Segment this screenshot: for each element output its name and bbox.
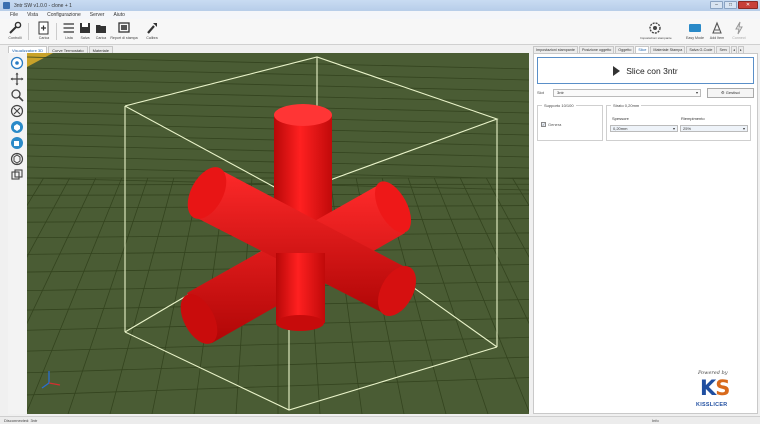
infill-header: Riempimento — [681, 116, 705, 121]
viewport-tabs: Visualizzatore 3D Curve Termostato Mater… — [8, 46, 114, 53]
maximize-button[interactable]: □ — [724, 1, 737, 9]
controls-button[interactable]: Controlli — [4, 21, 26, 43]
slot-select[interactable]: 3ntr ▾ — [553, 89, 701, 97]
print-report-button[interactable]: Report di stampa — [110, 21, 138, 43]
report-icon — [118, 22, 130, 33]
window-title: 3ntr SW v1.0.0 - clone + 1 — [14, 2, 72, 9]
support-group-title: Supporto 10/100 — [542, 103, 576, 108]
slice-button[interactable]: Slice con 3ntr — [537, 57, 754, 84]
chevron-down-icon: ▾ — [742, 126, 745, 131]
add-file-icon — [38, 21, 49, 35]
load-icon — [96, 25, 106, 33]
manage-button[interactable]: ⚙ Gestisci — [707, 88, 754, 98]
thickness-value: 0,20mm — [613, 126, 628, 131]
connect-button[interactable]: Connect — [728, 21, 750, 43]
info-status: Info — [652, 418, 659, 423]
scene — [27, 53, 529, 414]
close-button[interactable]: ✕ — [738, 1, 758, 9]
tab-thermostat-curves[interactable]: Curve Termostato — [48, 46, 88, 53]
calibrate-icon — [147, 23, 157, 34]
app-icon — [3, 2, 10, 9]
kisslicer-brand: KISSLICER — [696, 402, 728, 408]
slice-button-label: Slice con 3ntr — [626, 65, 678, 76]
add-item-button[interactable]: Add Item — [706, 21, 728, 43]
menu-file[interactable]: File — [10, 12, 18, 18]
easy-mode-button[interactable]: Easy Mode — [684, 21, 706, 43]
menu-aiuto[interactable]: Aiuto — [113, 12, 124, 18]
chevron-down-icon: ▾ — [695, 90, 698, 95]
slice-panel: Slice con 3ntr Slot 3ntr ▾ ⚙ Gestisci Su… — [533, 53, 758, 414]
top-view-icon[interactable] — [10, 120, 24, 134]
tab-save-gcode[interactable]: Salva G-Code — [686, 46, 716, 53]
iso-view-icon[interactable] — [10, 168, 24, 182]
tabs-next-button[interactable]: ▸ — [737, 46, 744, 53]
layer-group-title: Strato 0,20mm — [611, 103, 642, 108]
wrench-icon — [9, 21, 22, 34]
slot-label: Slot — [537, 90, 544, 95]
connection-status: Disconnected: 3ntr — [4, 418, 38, 423]
3d-viewport[interactable] — [27, 53, 529, 414]
slot-row: Slot 3ntr ▾ ⚙ Gestisci — [537, 88, 754, 98]
title-bar: 3ntr SW v1.0.0 - clone + 1 – □ ✕ — [0, 0, 760, 11]
thickness-select[interactable]: 0,20mm ▾ — [610, 125, 678, 132]
tab-object[interactable]: Oggetto — [615, 46, 635, 53]
infill-value: 25% — [683, 126, 692, 131]
menu-configurazione[interactable]: Configurazione — [47, 12, 81, 18]
fit-view-icon[interactable] — [10, 104, 24, 118]
tab-printer-settings[interactable]: Impostazioni stampante — [533, 46, 578, 53]
tab-slice[interactable]: Slice — [635, 46, 650, 53]
slot-value: 3ntr — [557, 90, 564, 95]
toolbar: Controlli Carica Lista Salva Carica Repo… — [0, 19, 760, 45]
printer-settings-button[interactable]: Impostazioni stampante — [640, 21, 672, 43]
view-tools — [8, 53, 27, 414]
front-view-icon[interactable] — [10, 136, 24, 150]
tab-object-position[interactable]: Posizione oggetto — [578, 46, 615, 53]
window-controls: – □ ✕ — [710, 1, 758, 9]
load-model-button[interactable]: Carica — [33, 21, 55, 43]
tab-serv[interactable]: Serv — [716, 46, 731, 53]
layer-group: Strato 0,20mm Spessore Riempimento 0,20m… — [606, 103, 751, 141]
pan-icon[interactable] — [10, 72, 24, 86]
kisslicer-logo: Powered by KS KISSLICER — [686, 370, 756, 412]
menu-bar: File Vista Configurazione Server Aiuto — [0, 11, 760, 19]
load-button[interactable]: Carica — [90, 21, 112, 43]
zoom-icon[interactable] — [10, 88, 24, 102]
generate-support-checkbox[interactable]: ✓ Genera — [541, 122, 561, 127]
infill-select[interactable]: 25% ▾ — [680, 125, 748, 132]
calibrate-button[interactable]: Calibra — [141, 21, 163, 43]
settings-tabs: Impostazioni stampante Posizione oggetto… — [533, 46, 758, 53]
menu-vista[interactable]: Vista — [27, 12, 38, 18]
minimize-button[interactable]: – — [710, 1, 723, 9]
tab-material[interactable]: Materiale — [88, 46, 114, 53]
generate-support-label: Genera — [548, 122, 562, 127]
checkbox-box: ✓ — [541, 122, 546, 127]
chevron-down-icon: ▾ — [672, 126, 675, 131]
tab-3d-viewer[interactable]: Visualizzatore 3D — [8, 46, 48, 53]
menu-server[interactable]: Server — [90, 12, 105, 18]
side-view-icon[interactable] — [10, 152, 24, 166]
tabs-prev-button[interactable]: ◂ — [731, 46, 737, 53]
tab-print-material[interactable]: Materiale Stampa — [650, 46, 686, 53]
connect-icon — [735, 21, 743, 35]
ks-logo-mark: KS — [700, 376, 730, 400]
rotate-icon[interactable] — [10, 56, 24, 70]
easy-mode-icon — [689, 24, 701, 32]
support-group: Supporto 10/100 ✓ Genera — [537, 103, 603, 141]
thickness-header: Spessore — [612, 116, 629, 121]
add-item-icon — [712, 21, 722, 34]
gear-icon — [649, 22, 661, 34]
status-bar: Disconnected: 3ntr Info — [0, 416, 760, 424]
play-icon — [613, 65, 622, 76]
